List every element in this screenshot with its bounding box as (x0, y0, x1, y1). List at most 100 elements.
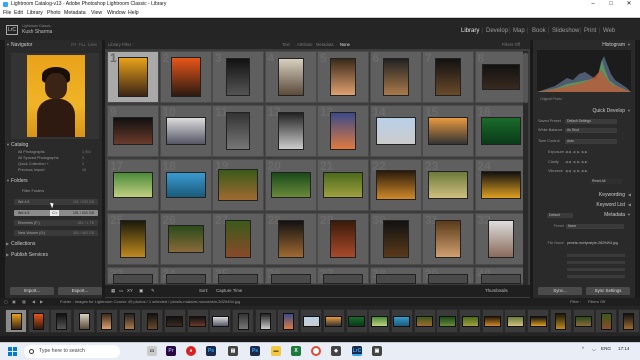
photo-thumbnail[interactable] (270, 274, 311, 284)
filmstrip-filter-value[interactable]: Filters Off (588, 298, 605, 306)
grid-cell[interactable]: 24 (474, 159, 527, 211)
histogram-header[interactable]: Histogram ▼ (535, 41, 631, 49)
catalog-item-previous-import[interactable]: Previous Import (18, 168, 45, 172)
grid-cell[interactable]: 19 (212, 159, 264, 211)
filter-folders[interactable]: Filter Folders (22, 189, 44, 193)
grid-cell[interactable]: 33 (107, 267, 159, 284)
grid-small-icon[interactable]: ▦ (22, 298, 26, 306)
grid-cell[interactable]: 28 (264, 213, 317, 265)
filter-text[interactable]: Text (282, 40, 290, 49)
menu-metadata[interactable]: Metadata (64, 9, 86, 18)
language-indicator[interactable]: ENG (601, 346, 611, 351)
task-view-icon[interactable]: ▭ (147, 346, 157, 356)
module-slideshow[interactable]: Slideshow (552, 28, 579, 34)
grid-cell[interactable]: 12 (264, 105, 317, 157)
maximize-button[interactable]: □ (602, 0, 620, 9)
folder-volume-new[interactable]: New Volume (G:) 384 / 465 GB (14, 230, 98, 236)
chevron-up-icon[interactable]: ^ (582, 346, 584, 351)
grid-cell[interactable]: 25 (107, 213, 159, 265)
photo-thumbnail[interactable] (170, 57, 201, 97)
grid-cell[interactable]: 21 (317, 159, 369, 211)
photo-thumbnail[interactable] (480, 117, 521, 145)
catalog-item-synced[interactable]: All Synced Photographs (18, 156, 59, 160)
excel-icon[interactable]: X (291, 346, 301, 356)
nav-100[interactable]: 100% (88, 43, 97, 47)
photo-thumbnail[interactable] (323, 172, 363, 198)
sort-value[interactable]: Capture Time (216, 285, 242, 297)
caption-field[interactable] (567, 275, 625, 278)
painter-icon[interactable]: ✎ (151, 285, 155, 297)
catalog-header[interactable]: ▼ Catalog (5, 141, 102, 149)
grid-cell[interactable]: 31 (422, 213, 474, 265)
photo-thumbnail[interactable] (270, 172, 311, 198)
grid-cell[interactable]: 5 (317, 51, 369, 103)
file-explorer-icon[interactable]: ▬ (271, 346, 281, 356)
grid-cell[interactable]: 15 (422, 105, 474, 157)
tone-control-auto[interactable]: Auto (565, 139, 617, 144)
photo-thumbnail[interactable] (480, 171, 521, 199)
compare-view-icon[interactable]: XY (127, 285, 133, 297)
photo-thumbnail[interactable] (277, 112, 304, 150)
grid-cell[interactable]: 26 (159, 213, 212, 265)
filter-none[interactable]: None (340, 40, 350, 49)
photo-thumbnail[interactable] (330, 58, 356, 96)
clock[interactable]: 17:14 (618, 346, 630, 351)
grid-cell[interactable]: 34 (159, 267, 212, 284)
photo-thumbnail[interactable] (435, 58, 461, 96)
collections-header[interactable]: ▶ Collections (5, 240, 102, 248)
exposure-buttons[interactable]: ◀◀ ◀ ▶ ▶▶ (565, 150, 627, 155)
grid-cell[interactable]: 32 (474, 213, 527, 265)
copy-name-field[interactable] (567, 254, 625, 257)
photo-thumbnail[interactable] (375, 170, 416, 200)
photo-thumbnail[interactable] (165, 274, 206, 284)
folder-volume[interactable]: Wd 4.5 151 / 933 GB (14, 199, 98, 205)
grid-cell[interactable]: 40 (474, 267, 527, 284)
preset-dropdown[interactable]: None (566, 224, 624, 229)
close-button[interactable]: ✕ (620, 0, 638, 9)
forward-icon[interactable]: ▶ (40, 298, 43, 306)
filmstrip-window-1-icon[interactable]: ▢ (4, 298, 8, 306)
quick-develop-header[interactable]: Quick Develop ▼ (535, 107, 631, 115)
network-icon[interactable]: ◡ (592, 346, 596, 352)
module-map[interactable]: Map (513, 28, 525, 34)
grid-cell[interactable]: 2 (159, 51, 212, 103)
grid-cell[interactable]: 17 (107, 159, 159, 211)
menu-file[interactable]: File (3, 9, 11, 18)
photo-thumbnail[interactable] (330, 112, 356, 150)
photo-thumbnail[interactable] (277, 58, 304, 96)
photo-thumbnail[interactable] (435, 220, 461, 258)
app-icon[interactable]: ▤ (228, 346, 238, 356)
photoshop-icon-2[interactable]: Ps (250, 346, 260, 356)
filter-attribute[interactable]: Attribute (297, 40, 313, 49)
grid-cell[interactable]: 36 (264, 267, 317, 284)
photo-thumbnail[interactable] (428, 117, 468, 145)
photo-thumbnail[interactable] (118, 57, 148, 97)
taskbar-search-input[interactable]: Type here to search (24, 345, 120, 358)
photo-thumbnail[interactable] (167, 225, 204, 253)
photo-thumbnail[interactable] (225, 220, 251, 258)
menu-view[interactable]: View (91, 9, 102, 18)
photoshop-icon-1[interactable]: Ps (206, 346, 216, 356)
module-book[interactable]: Book (532, 28, 546, 34)
clarity-buttons[interactable]: ◀◀ ◀ ▶ ▶▶ (565, 160, 627, 165)
module-web[interactable]: Web (603, 28, 615, 34)
grid-cell[interactable]: 10 (159, 105, 212, 157)
sync-settings-button[interactable]: Sync Settings (586, 287, 630, 295)
grid-scroll-thumb[interactable] (523, 53, 528, 103)
photo-thumbnail[interactable] (330, 220, 356, 258)
module-develop[interactable]: Develop (486, 28, 508, 34)
saved-preset-dropdown[interactable]: Default Settings (565, 119, 617, 124)
menu-library[interactable]: Library (27, 9, 43, 18)
grid-view-icon[interactable]: ▦ (111, 285, 115, 297)
grid-cell[interactable]: 11 (212, 105, 264, 157)
photo-thumbnail[interactable] (113, 172, 153, 198)
filmstrip-window-2-icon[interactable]: ▣ (12, 298, 16, 306)
folders-header[interactable]: ▼ Folders (5, 177, 102, 185)
catalog-item-quick-collection[interactable]: Quick Collection + (18, 162, 49, 166)
photo-thumbnail[interactable] (375, 117, 416, 145)
photo-thumbnail[interactable] (165, 117, 206, 145)
nav-fill[interactable]: FILL (79, 43, 86, 47)
photo-thumbnail[interactable] (481, 64, 520, 90)
grid-cell[interactable]: 14 (369, 105, 422, 157)
survey-view-icon[interactable]: ▣ (139, 285, 143, 297)
